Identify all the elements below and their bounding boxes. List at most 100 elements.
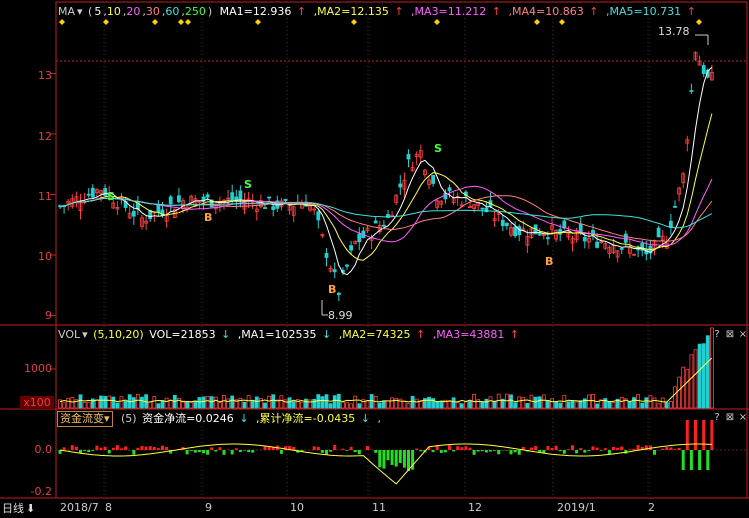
candle-body <box>90 187 95 198</box>
fund-bar <box>599 450 603 451</box>
fund-y-tick-0: 0.0 <box>34 443 53 456</box>
volume-bar <box>541 394 546 409</box>
fund-bar <box>218 447 222 450</box>
fund-bar <box>366 446 369 450</box>
volume-bar <box>246 395 251 409</box>
buy-signal: B <box>328 283 337 296</box>
candle-body <box>263 207 267 210</box>
close-icon[interactable]: × <box>738 412 748 424</box>
volume-bar <box>574 401 579 409</box>
candle-body <box>406 154 411 160</box>
fund-indicator-selector[interactable]: 资金流变▾ <box>57 411 113 427</box>
fund-bar <box>165 446 169 450</box>
candle-body <box>701 65 706 74</box>
fund-bar <box>394 450 398 467</box>
fund-bar <box>325 450 328 455</box>
fund-bar <box>206 450 210 455</box>
fund-bar <box>320 450 324 453</box>
fund-bar <box>111 447 115 450</box>
ma-line <box>59 197 713 229</box>
vol-indicator-selector[interactable]: VOL ▾ <box>58 328 88 341</box>
fund-y-tick-neg02: -0.2 <box>30 485 52 498</box>
vol-ma-line <box>59 357 713 403</box>
volume-bar <box>484 398 489 409</box>
volume-bar <box>304 398 308 409</box>
fund-bar <box>222 450 226 455</box>
volume-bar <box>386 400 390 409</box>
stock-chart-window: MA ▾ (5,10,20,30,60,250) MA1=12.936 ↑ ,MA… <box>0 0 749 518</box>
candle-body <box>349 245 354 251</box>
volume-bar <box>664 402 669 409</box>
volume-bar <box>320 396 325 409</box>
volume-bar <box>381 400 386 409</box>
fund-bar <box>546 446 550 450</box>
fund-bar <box>653 450 656 455</box>
sell-signal: S <box>107 190 115 203</box>
fund-bar <box>148 446 152 450</box>
volume-indicator-header: VOL ▾ (5,10,20) VOL=21853 ↓ ,MA1=102535 ↓… <box>58 327 523 343</box>
fund-net-value: 资金净流=0.0246 ↓ <box>142 412 249 425</box>
vol-unit-label: x100 <box>20 396 54 409</box>
fund-bar <box>161 445 164 450</box>
fund-bar <box>382 450 386 469</box>
close-icon[interactable]: ⊠ <box>725 412 735 424</box>
candle-body <box>336 292 341 296</box>
y-tick-13: 13 <box>38 69 52 82</box>
fund-bar <box>452 450 456 452</box>
x-label: 8 <box>105 501 112 514</box>
volume-bar <box>111 396 116 409</box>
volume-bar <box>697 343 702 409</box>
question-icon[interactable]: ? <box>712 329 722 341</box>
volume-bar <box>197 397 202 409</box>
volume-bar <box>254 396 259 409</box>
volume-bar <box>156 403 161 409</box>
fund-bar <box>612 446 615 450</box>
candle-body <box>381 224 386 227</box>
volume-bar <box>250 400 255 409</box>
volume-bar <box>328 403 333 409</box>
candle-body <box>480 207 485 210</box>
candle-body <box>357 233 362 243</box>
candle-body <box>398 183 403 188</box>
volume-bar <box>123 400 128 409</box>
question-icon[interactable]: ? <box>712 412 722 424</box>
close-icon[interactable]: ⊠ <box>725 329 735 341</box>
fund-bar <box>107 450 111 454</box>
fund-bar <box>448 445 451 450</box>
candle-body <box>176 195 181 203</box>
volume-bar <box>160 400 165 409</box>
period-selector[interactable]: 日线 ⬇ <box>2 500 35 516</box>
fund-bar <box>558 450 562 452</box>
volume-bar <box>312 398 317 409</box>
volume-bar <box>107 395 112 409</box>
volume-bar <box>279 395 284 409</box>
fund-bar <box>431 450 435 453</box>
fund-bar <box>603 448 607 450</box>
main-indicator-header: MA ▾ (5,10,20,30,60,250) MA1=12.936 ↑ ,MA… <box>58 4 700 20</box>
fund-bar <box>616 447 620 450</box>
volume-bar <box>455 402 460 409</box>
ma-indicator-selector[interactable]: MA ▾ <box>58 5 83 18</box>
volume-bar <box>652 397 657 409</box>
volume-bar <box>349 403 354 409</box>
ma2-value: ,MA2=12.135 ↑ <box>313 5 404 18</box>
fund-bar <box>185 450 189 455</box>
candle-body <box>431 175 436 184</box>
x-label: 12 <box>468 501 482 514</box>
fund-bar <box>509 450 513 455</box>
fund-bar <box>132 450 136 455</box>
fund-bar <box>99 447 103 450</box>
volume-bar <box>689 354 694 409</box>
close-icon[interactable]: × <box>738 329 748 341</box>
kline-svg <box>0 1 749 499</box>
ma-params: (5,10,20,30,60,250) <box>88 5 213 18</box>
volume-bar <box>669 401 673 409</box>
fund-bar <box>238 450 242 453</box>
fund-bar <box>415 448 419 450</box>
fund-bar <box>243 450 246 451</box>
volume-bar <box>168 400 173 409</box>
candle-body <box>283 198 288 202</box>
fund-bar <box>353 450 357 453</box>
volume-bar <box>140 396 144 409</box>
fund-bar <box>91 450 95 451</box>
